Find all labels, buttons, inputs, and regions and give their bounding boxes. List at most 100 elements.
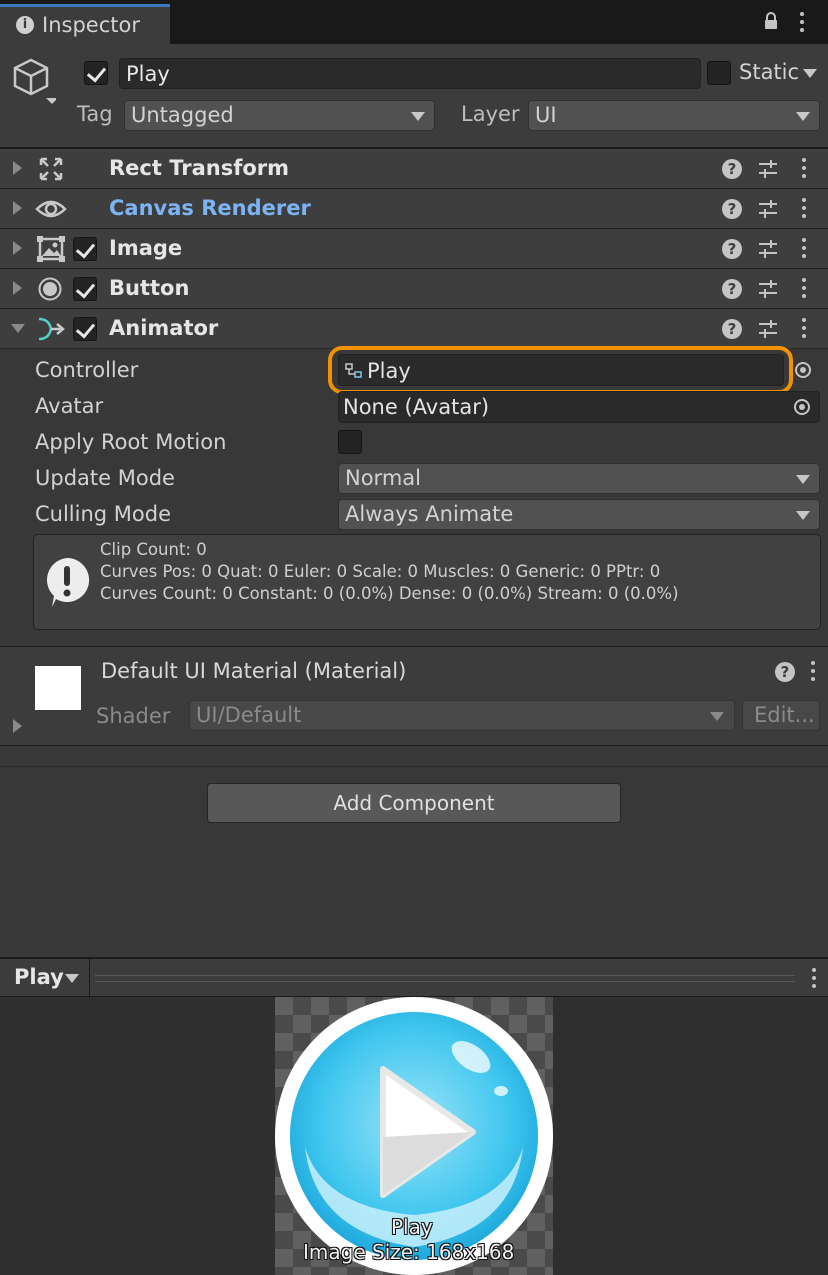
tag-dropdown[interactable]: Untagged xyxy=(124,100,435,131)
section-divider xyxy=(0,766,828,767)
preview-drag-handle[interactable] xyxy=(95,975,795,982)
tab-menu-icon[interactable] xyxy=(799,12,805,34)
animator-icon xyxy=(37,316,65,342)
preview-area: Play Image Size: 168x168 xyxy=(0,997,828,1275)
avatar-field[interactable]: None (Avatar) xyxy=(338,391,820,423)
chevron-down-icon xyxy=(710,712,724,721)
tab-title: Inspector xyxy=(42,13,140,37)
tab-inspector[interactable]: i Inspector xyxy=(0,4,170,44)
help-icon[interactable]: ? xyxy=(722,239,742,259)
fold-arrow-icon[interactable] xyxy=(13,719,22,733)
component-menu-icon[interactable] xyxy=(801,318,807,340)
fold-arrow-icon[interactable] xyxy=(11,324,25,333)
chevron-down-icon xyxy=(796,475,810,484)
material-title: Default UI Material (Material) xyxy=(101,659,407,683)
component-enabled-toggle[interactable] xyxy=(73,277,97,301)
fold-arrow-icon[interactable] xyxy=(13,281,22,295)
info-icon: i xyxy=(16,16,34,34)
help-icon[interactable]: ? xyxy=(775,662,795,682)
preview-caption-size: Image Size: 168x168 xyxy=(303,1240,515,1264)
component-menu-icon[interactable] xyxy=(801,198,807,220)
help-icon[interactable]: ? xyxy=(722,159,742,179)
avatar-label: Avatar xyxy=(35,394,104,418)
presets-icon[interactable] xyxy=(757,198,779,220)
culling-mode-dropdown[interactable]: Always Animate xyxy=(338,499,820,530)
component-enabled-toggle[interactable] xyxy=(73,237,97,261)
rect-transform-icon xyxy=(38,156,64,182)
component-animator[interactable]: Animator ? xyxy=(0,308,828,348)
fold-arrow-icon[interactable] xyxy=(13,241,22,255)
presets-icon[interactable] xyxy=(757,278,779,300)
material-swatch[interactable] xyxy=(35,666,81,710)
eye-icon xyxy=(35,197,67,221)
preview-header: Play xyxy=(0,957,828,997)
layer-label: Layer xyxy=(461,102,520,126)
component-title: Button xyxy=(109,276,190,300)
help-icon[interactable]: ? xyxy=(722,319,742,339)
object-name-text: Play xyxy=(126,62,170,86)
active-toggle[interactable] xyxy=(84,61,108,85)
help-icon[interactable]: ? xyxy=(722,199,742,219)
preview-menu-icon[interactable] xyxy=(811,968,817,990)
chevron-down-icon xyxy=(411,112,425,121)
preview-divider xyxy=(89,959,90,997)
component-button[interactable]: Button ? xyxy=(0,268,828,308)
presets-icon[interactable] xyxy=(757,318,779,340)
fold-arrow-icon[interactable] xyxy=(13,201,22,215)
component-menu-icon[interactable] xyxy=(801,158,807,180)
component-title: Canvas Renderer xyxy=(109,196,311,220)
object-name-field[interactable]: Play xyxy=(119,58,701,89)
preview-title[interactable]: Play xyxy=(14,965,64,989)
presets-icon[interactable] xyxy=(757,238,779,260)
component-title: Animator xyxy=(109,316,219,340)
avatar-picker-icon[interactable] xyxy=(794,399,810,415)
image-icon xyxy=(37,236,65,262)
layer-value: UI xyxy=(535,103,557,127)
controller-highlight xyxy=(328,346,793,394)
material-menu-icon[interactable] xyxy=(810,661,816,683)
fold-arrow-icon[interactable] xyxy=(13,161,22,175)
tag-value: Untagged xyxy=(131,103,234,127)
chevron-down-icon xyxy=(796,511,810,520)
shader-label: Shader xyxy=(96,704,171,728)
chevron-down-icon[interactable] xyxy=(65,974,79,983)
controller-label: Controller xyxy=(35,358,139,382)
help-icon[interactable]: ? xyxy=(722,279,742,299)
shader-dropdown[interactable]: UI/Default xyxy=(189,700,735,731)
presets-icon[interactable] xyxy=(757,158,779,180)
controller-picker-icon[interactable] xyxy=(795,362,811,378)
button-icon xyxy=(38,277,62,301)
root-motion-toggle[interactable] xyxy=(338,430,362,454)
component-title: Image xyxy=(109,236,183,260)
component-canvas-renderer[interactable]: Canvas Renderer ? xyxy=(0,188,828,228)
add-component-label: Add Component xyxy=(333,791,495,815)
tab-bar: i Inspector xyxy=(0,0,828,44)
material-section: Default UI Material (Material) ? Shader … xyxy=(0,646,828,746)
component-title: Rect Transform xyxy=(109,156,290,180)
info-line-1: Clip Count: 0 xyxy=(100,540,207,559)
info-line-2: Curves Pos: 0 Quat: 0 Euler: 0 Scale: 0 … xyxy=(100,562,661,581)
preview-caption-name: Play xyxy=(391,1215,433,1239)
static-label[interactable]: Static xyxy=(739,60,799,84)
shader-edit-label: Edit... xyxy=(754,703,815,727)
shader-edit-button[interactable]: Edit... xyxy=(742,700,820,731)
warning-icon xyxy=(42,555,92,609)
component-enabled-toggle[interactable] xyxy=(73,317,97,341)
tag-label: Tag xyxy=(77,102,113,126)
shader-value: UI/Default xyxy=(196,703,302,727)
add-component-button[interactable]: Add Component xyxy=(207,783,621,823)
update-mode-dropdown[interactable]: Normal xyxy=(338,463,820,494)
chevron-down-icon xyxy=(796,112,810,121)
gameobject-icon xyxy=(10,56,58,106)
component-menu-icon[interactable] xyxy=(801,278,807,300)
static-toggle[interactable] xyxy=(707,61,731,85)
layer-dropdown[interactable]: UI xyxy=(528,100,820,131)
component-menu-icon[interactable] xyxy=(801,238,807,260)
component-rect-transform[interactable]: Rect Transform ? xyxy=(0,148,828,188)
component-image[interactable]: Image ? xyxy=(0,228,828,268)
lock-icon[interactable] xyxy=(763,12,779,30)
info-line-3: Curves Count: 0 Constant: 0 (0.0%) Dense… xyxy=(100,584,679,603)
static-dropdown-icon[interactable] xyxy=(803,69,817,78)
culling-mode-value: Always Animate xyxy=(345,502,514,526)
root-motion-label: Apply Root Motion xyxy=(35,430,227,454)
